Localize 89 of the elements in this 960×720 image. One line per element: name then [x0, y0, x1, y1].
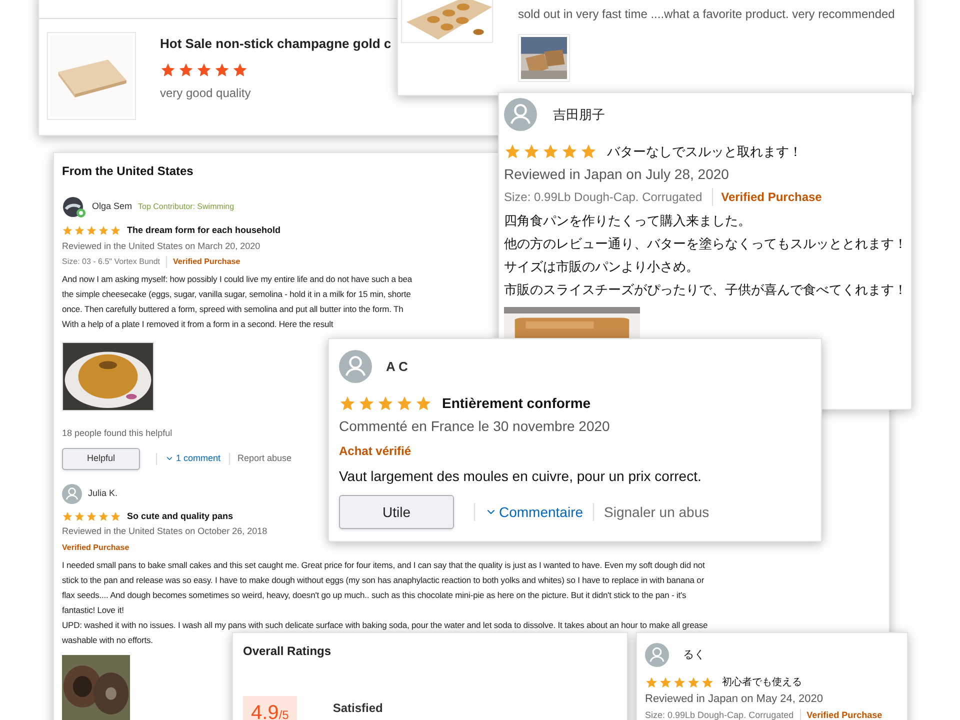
star-icon	[377, 395, 394, 412]
helpful-button[interactable]: Helpful	[62, 448, 140, 470]
avatar-icon	[62, 196, 86, 218]
star-icon	[178, 62, 194, 78]
reviewer-name: A C	[386, 358, 408, 376]
helpful-count: 18 people found this helpful	[62, 427, 172, 440]
star-icon	[232, 62, 248, 78]
size-label: Size: 0.99Lb Dough-Cap. Corrugated	[504, 188, 714, 206]
review-text-line: the simple cheesecake (eggs, sugar, vanilla sugar, semolina - hold it in a milk for 15 min, shorte	[62, 288, 411, 301]
star-icon	[62, 225, 73, 236]
review-date: Reviewed in the United States on March 20, 2020	[62, 240, 260, 252]
star-icon	[358, 395, 375, 412]
star-icon	[86, 225, 97, 236]
review-text-line: 四角食パンを作りたくって購入来ました。	[504, 212, 751, 230]
verified-label: Verified Purchase	[173, 256, 240, 268]
verified-label: Verified Purchase	[721, 188, 822, 206]
star-icon	[62, 510, 73, 522]
rating-label: Satisfied	[332, 700, 383, 717]
reviewer-name: Julia K.	[88, 486, 118, 500]
review-text-line: stick to the pan and release was so easy. I have to make dough without eggs (my son has anaphylactic reaction to both yolks and whites) so I have to replace in with banana or	[62, 574, 704, 587]
size-label: Size: 0.99Lb Dough-Cap. Corrugated	[645, 708, 801, 720]
star-icon	[673, 676, 686, 689]
review-text-line: fantastic! Love it!	[62, 604, 124, 616]
review-text: very good quality	[160, 84, 252, 102]
star-icon	[561, 143, 578, 160]
review-title: Entièrement conforme	[442, 394, 591, 413]
report-link[interactable]: Report abuse	[238, 452, 292, 466]
avatar-icon	[645, 643, 669, 667]
avatar-icon	[504, 98, 537, 131]
avatar-icon	[339, 350, 372, 383]
reviewer-name: るく	[683, 648, 705, 663]
review-date: Reviewed in Japan on May 24, 2020	[645, 692, 823, 707]
review-text-line: UPD: washed it with no issues. I wash all my pans with such delicate surface with baking soda, pour the water and let soda to dissolve. It takes about an hour to make all grease	[62, 618, 708, 632]
star-icon	[542, 143, 559, 160]
review-text-line: once. Then carefully buttered a form, spreed with semolina and put all butter into the form. Th	[62, 303, 404, 316]
comment-link[interactable]: Commentaire	[485, 502, 584, 522]
star-icon	[214, 62, 230, 78]
star-icon	[659, 676, 672, 689]
avatar-icon	[62, 484, 82, 504]
star-icon	[110, 510, 121, 522]
review-text: sold out in very fast time ....what a favorite product. very recommended	[518, 6, 896, 23]
star-icon	[98, 225, 109, 236]
contributor-label: Top Contributor: Swimming	[138, 201, 234, 213]
reviewer-name: Olga Sem	[92, 200, 132, 214]
section-heading: From the United States	[62, 163, 194, 180]
star-icon	[110, 225, 121, 236]
review-text-line: I needed small pans to bake small cakes and this set caught me. Great price for four items, and I can say that the quality is just as I wanted to have. Even my soft dough did not	[62, 558, 705, 572]
star-icon	[196, 62, 212, 78]
report-link[interactable]: Signaler un abus	[604, 502, 710, 522]
star-icon	[523, 143, 540, 160]
score-badge: 4.9/5	[243, 696, 297, 720]
verified-label: Achat vérifié	[339, 443, 412, 460]
review-date: Commenté en France le 30 novembre 2020	[339, 417, 610, 436]
review-text-line: サイズは市販のパンより小さめ。	[504, 258, 699, 276]
review-date: Reviewed in the United States on October 26, 2018	[62, 525, 268, 538]
review-title: So cute and quality pans	[127, 510, 234, 523]
review-text-line: washable with no efforts.	[62, 634, 153, 646]
star-icon	[339, 395, 356, 412]
review-title: The dream form for each household	[127, 224, 281, 237]
comment-link[interactable]: 1 comment	[165, 452, 221, 466]
verified-label: Verified Purchase	[62, 542, 130, 554]
star-icon	[396, 395, 413, 412]
star-icon	[504, 143, 521, 160]
star-icon	[74, 510, 85, 522]
verified-label: Verified Purchase	[806, 708, 882, 720]
review-text-line: flax seeds.... And dough becomes sometimes so weird, heavy, doesn't go up much.. such as this chocolate mini-pie as here on the picture. But it didn't stick to the pan - it's	[62, 588, 686, 602]
review-text-line: 他の方のレビュー通り、バターを塗らなくってもスルッととれます！	[504, 234, 907, 252]
star-icon	[701, 676, 714, 689]
review-title: バターなしでスルッと取れます！	[607, 143, 802, 161]
star-icon	[86, 510, 97, 522]
reviewer-name: 吉田朋子	[553, 106, 605, 124]
card-title: Overall Ratings	[243, 643, 332, 660]
star-icon	[580, 143, 597, 160]
helpful-button[interactable]: Utile	[339, 495, 454, 529]
star-icon	[74, 225, 85, 236]
star-icon	[160, 62, 176, 78]
star-icon	[645, 676, 658, 689]
review-text: Vaut largement des moules en cuivre, pour un prix correct.	[339, 467, 702, 486]
review-text-line: And now I am asking myself: how possibly I could live my entire life and do not have such a bea	[62, 273, 412, 286]
star-icon	[415, 395, 432, 412]
review-text-line: 市販のスライスチーズがぴったりで、子供が喜んで食べてくれます！	[504, 280, 907, 298]
review-title: 初心者でも使える	[722, 676, 802, 690]
product-title: Hot Sale non-stick champagne gold c	[160, 35, 392, 53]
size-label: Size: 03 - 6.5" Vortex Bundt	[62, 256, 168, 268]
star-icon	[98, 510, 109, 522]
review-text-line: With a help of a plate I removed it from a form in a second. Here the result	[62, 318, 334, 331]
star-icon	[687, 676, 700, 689]
review-date: Reviewed in Japan on July 28, 2020	[504, 164, 729, 184]
chevron-icon	[165, 454, 174, 463]
